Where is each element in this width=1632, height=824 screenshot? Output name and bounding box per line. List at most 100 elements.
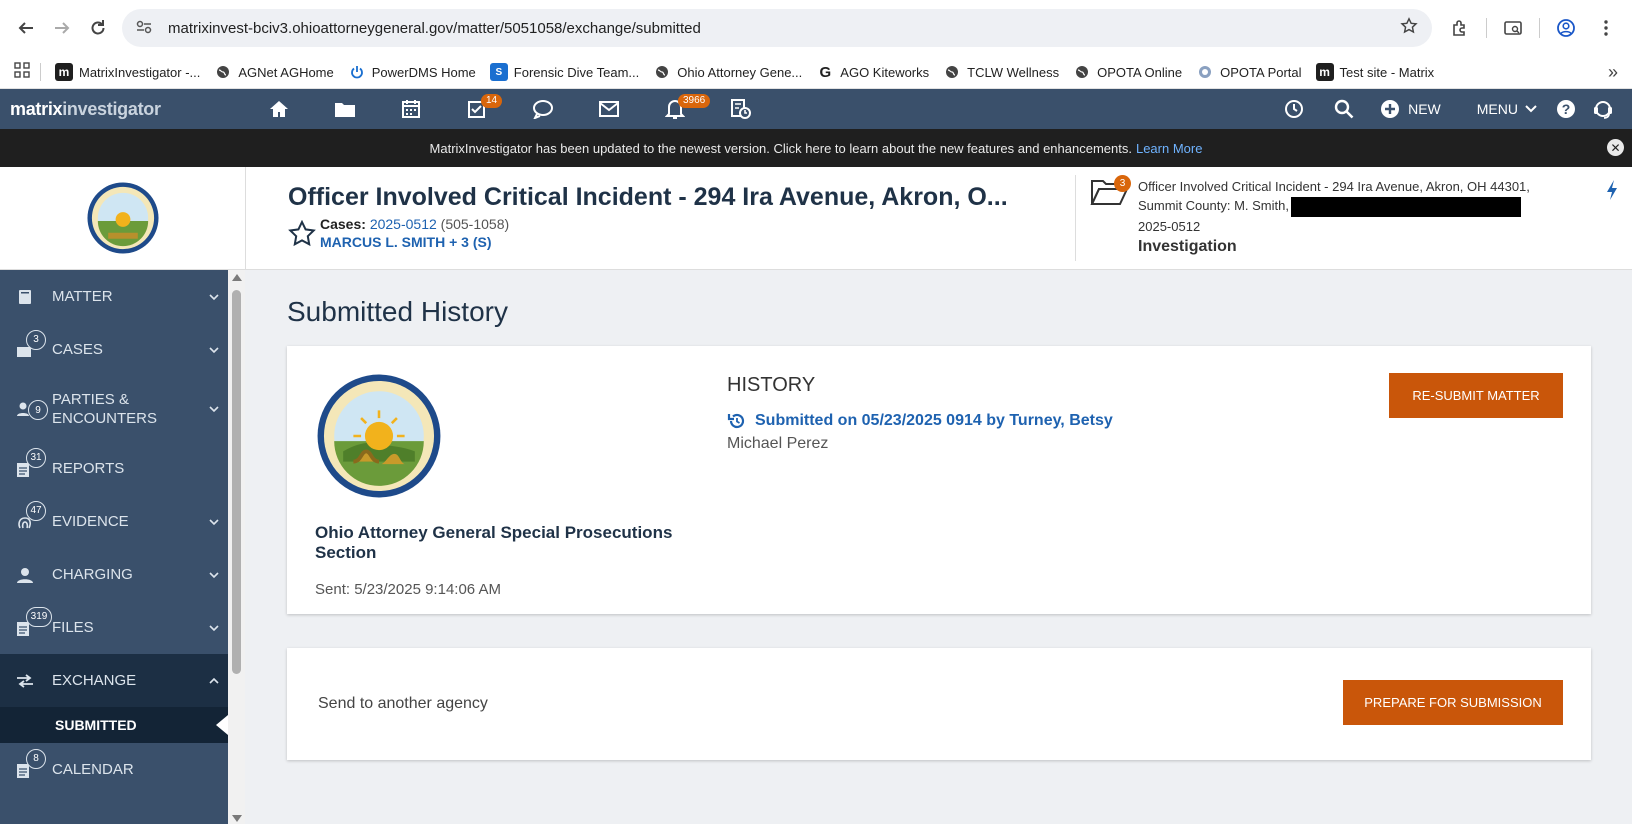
menu-button[interactable]: MENU — [1477, 101, 1538, 117]
chevron-up-icon — [209, 677, 219, 684]
chevron-down-icon — [209, 406, 219, 413]
bookmark-tclw[interactable]: TCLW Wellness — [943, 63, 1059, 81]
reload-icon[interactable] — [80, 10, 116, 46]
chevron-down-icon — [209, 293, 219, 300]
bookmark-test-site[interactable]: m Test site - Matrix — [1315, 63, 1434, 81]
calendar-icon[interactable] — [378, 89, 444, 129]
resubmit-matter-button[interactable]: RE-SUBMIT MATTER — [1389, 373, 1563, 418]
scroll-up-icon[interactable] — [232, 274, 242, 281]
bookmark-agnet[interactable]: AGNet AGHome — [214, 63, 334, 81]
bookmark-ohio-ag[interactable]: Ohio Attorney Gene... — [653, 63, 802, 81]
bookmark-star-icon[interactable] — [1400, 16, 1418, 40]
parties-icon: 9 — [16, 400, 52, 420]
notifications-badge: 3966 — [678, 94, 711, 108]
parties-link[interactable]: MARCUS L. SMITH + 3 (S) — [320, 234, 509, 250]
sidebar-item-calendar[interactable]: 8 CALENDAR — [0, 743, 228, 796]
back-icon[interactable] — [8, 10, 44, 46]
chevron-down-icon — [209, 518, 219, 525]
extensions-icon[interactable] — [1442, 10, 1478, 46]
chat-icon[interactable] — [510, 89, 576, 129]
favorite-star-icon[interactable] — [288, 219, 320, 253]
help-icon[interactable]: ? — [1556, 99, 1576, 119]
address-bar[interactable]: matrixinvest-bciv3.ohioattorneygeneral.g… — [122, 9, 1432, 47]
matter-summary-line2: Summit County: M. Smith, — [1138, 198, 1289, 213]
bookmark-opota-online[interactable]: OPOTA Online — [1073, 63, 1182, 81]
mail-icon[interactable] — [576, 89, 642, 129]
close-icon[interactable]: ✕ — [1607, 139, 1624, 156]
opota-portal-icon — [1196, 63, 1214, 81]
cases-icon: 3 — [16, 329, 52, 358]
more-bookmarks-icon[interactable]: » — [1608, 62, 1618, 83]
search-icon[interactable] — [1334, 99, 1354, 119]
case-alt-number: (505-1058) — [440, 216, 510, 232]
sidebar-item-reports[interactable]: 31 REPORTS — [0, 442, 228, 495]
bookmark-kiteworks[interactable]: G AGO Kiteworks — [816, 63, 929, 81]
bookmark-opota-portal[interactable]: OPOTA Portal — [1196, 63, 1302, 81]
exchange-arrows-icon — [16, 673, 52, 688]
tasks-icon[interactable]: 14 — [444, 89, 510, 129]
toolbar-divider — [1539, 18, 1540, 38]
matrix-m-icon: m — [55, 63, 73, 81]
search-tabs-icon[interactable] — [1495, 10, 1531, 46]
globe-icon — [653, 63, 671, 81]
matter-folder[interactable]: 3 — [1090, 175, 1138, 269]
redaction-bar — [1290, 196, 1521, 217]
folder-badge: 3 — [1114, 175, 1131, 192]
forward-icon[interactable] — [44, 10, 80, 46]
page-title: Submitted History — [287, 296, 508, 327]
sidebar-subitem-submitted[interactable]: SUBMITTED — [0, 707, 228, 743]
book-icon — [16, 288, 52, 306]
history-recipient: Michael Perez — [727, 435, 829, 452]
folder-icon[interactable] — [312, 89, 378, 129]
bookmark-matrixinvestigator[interactable]: m MatrixInvestigator -... — [55, 63, 200, 81]
bookmark-forensic-dive[interactable]: S Forensic Dive Team... — [489, 63, 639, 81]
sidebar-item-cases[interactable]: 3 CASES — [0, 323, 228, 376]
send-agency-card: Send to another agency PREPARE FOR SUBMI… — [287, 648, 1591, 760]
browser-toolbar: matrixinvest-bciv3.ohioattorneygeneral.g… — [0, 0, 1632, 56]
home-icon[interactable] — [246, 89, 312, 129]
sidebar-item-files[interactable]: 319 FILES — [0, 601, 228, 654]
ohio-ag-seal-small — [0, 167, 246, 269]
submission-card: Ohio Attorney General Special Prosecutio… — [287, 346, 1591, 614]
agency-name: Ohio Attorney General Special Prosecutio… — [315, 523, 673, 562]
new-button[interactable]: NEW — [1380, 99, 1441, 119]
sidebar-scrollbar[interactable] — [228, 270, 245, 824]
sidebar-item-charging[interactable]: CHARGING — [0, 548, 228, 601]
matrix-m-icon: m — [1315, 63, 1334, 81]
matter-header: Officer Involved Critical Incident - 294… — [0, 167, 1632, 270]
chevron-down-icon — [209, 346, 219, 353]
app-logo[interactable]: matrixinvestigator — [0, 99, 246, 120]
recent-history-icon[interactable] — [1284, 99, 1304, 119]
schedule-report-icon[interactable] — [708, 89, 774, 129]
sidebar-item-matter[interactable]: MATTER — [0, 270, 228, 323]
update-notice[interactable]: MatrixInvestigator has been updated to t… — [0, 129, 1632, 167]
menu-label: MENU — [1476, 101, 1518, 117]
case-number-link[interactable]: 2025-0512 — [370, 216, 437, 232]
scroll-down-icon[interactable] — [232, 815, 242, 822]
url-text: matrixinvest-bciv3.ohioattorneygeneral.g… — [168, 19, 701, 37]
globe-icon — [943, 63, 961, 81]
plus-circle-icon — [1381, 100, 1400, 118]
bookmark-powerdms[interactable]: PowerDMS Home — [348, 63, 476, 81]
send-to-agency-text: Send to another agency — [318, 695, 488, 712]
support-icon[interactable] — [1592, 98, 1614, 120]
app-header: matrixinvestigator 14 3966 NEW MENU ? — [0, 89, 1632, 129]
site-info-icon[interactable] — [136, 20, 160, 37]
sidebar-item-exchange[interactable]: EXCHANGE — [0, 654, 228, 707]
apps-grid-icon[interactable] — [14, 61, 30, 83]
matter-summary-line3: 2025-0512 — [1138, 218, 1201, 234]
quick-actions-bolt-icon[interactable] — [1606, 179, 1618, 206]
power-icon — [348, 63, 366, 81]
calendar-icon: 8 — [16, 748, 52, 779]
kebab-menu-icon[interactable] — [1588, 10, 1624, 46]
history-restore-icon — [727, 413, 745, 429]
profile-icon[interactable] — [1548, 10, 1584, 46]
scrollbar-thumb[interactable] — [232, 290, 241, 674]
notifications-bell-icon[interactable]: 3966 — [642, 89, 711, 129]
learn-more-link[interactable]: Learn More — [1136, 141, 1202, 156]
main-content: Submitted History Ohio Attorney General … — [245, 270, 1632, 824]
fingerprint-icon: 47 — [16, 500, 52, 531]
prepare-for-submission-button[interactable]: PREPARE FOR SUBMISSION — [1343, 680, 1563, 725]
sidebar-item-parties[interactable]: 9 PARTIES & ENCOUNTERS — [0, 376, 228, 442]
sidebar-item-evidence[interactable]: 47 EVIDENCE — [0, 495, 228, 548]
